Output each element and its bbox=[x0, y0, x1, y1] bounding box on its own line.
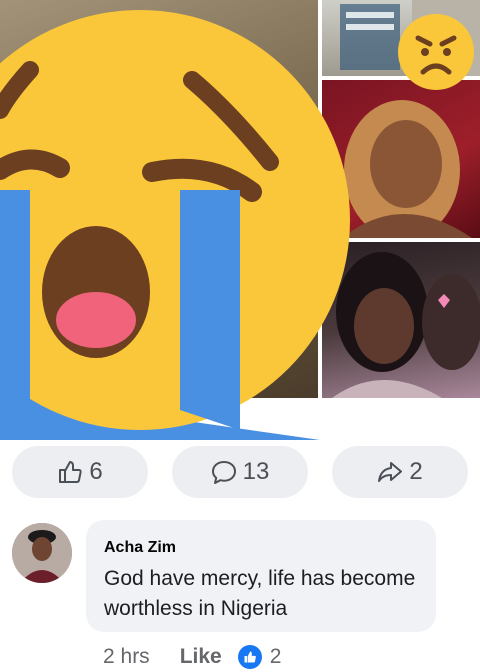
post-photo-grid bbox=[0, 0, 480, 440]
comment-count: 13 bbox=[242, 458, 270, 485]
angry-face-emoji bbox=[398, 14, 474, 90]
comment-author[interactable]: Acha Zim bbox=[104, 539, 176, 557]
comment-timestamp[interactable]: 2 hrs bbox=[103, 645, 150, 669]
avatar[interactable] bbox=[12, 523, 72, 583]
comment-reaction-count[interactable]: 2 bbox=[270, 645, 282, 669]
share-count: 2 bbox=[409, 458, 423, 485]
comment-meta: 2 hrs Like 2 bbox=[103, 642, 281, 672]
like-count-button[interactable]: 6 bbox=[12, 446, 148, 498]
share-count-button[interactable]: 2 bbox=[332, 446, 468, 498]
like-reaction-icon[interactable] bbox=[237, 645, 262, 669]
share-arrow-icon bbox=[378, 462, 403, 482]
thumbs-up-icon bbox=[59, 461, 82, 483]
comment-bubble: Acha Zim God have mercy, life has become… bbox=[86, 520, 436, 632]
comment-like-button[interactable]: Like bbox=[180, 645, 222, 669]
comment-icon bbox=[211, 461, 236, 484]
comment-item: Acha Zim God have mercy, life has become… bbox=[0, 515, 480, 669]
post-stats-bar: 6 13 2 bbox=[0, 443, 480, 499]
comment-count-button[interactable]: 13 bbox=[172, 446, 308, 498]
like-count: 6 bbox=[89, 458, 103, 485]
comment-text: God have mercy, life has become worthles… bbox=[104, 567, 416, 620]
